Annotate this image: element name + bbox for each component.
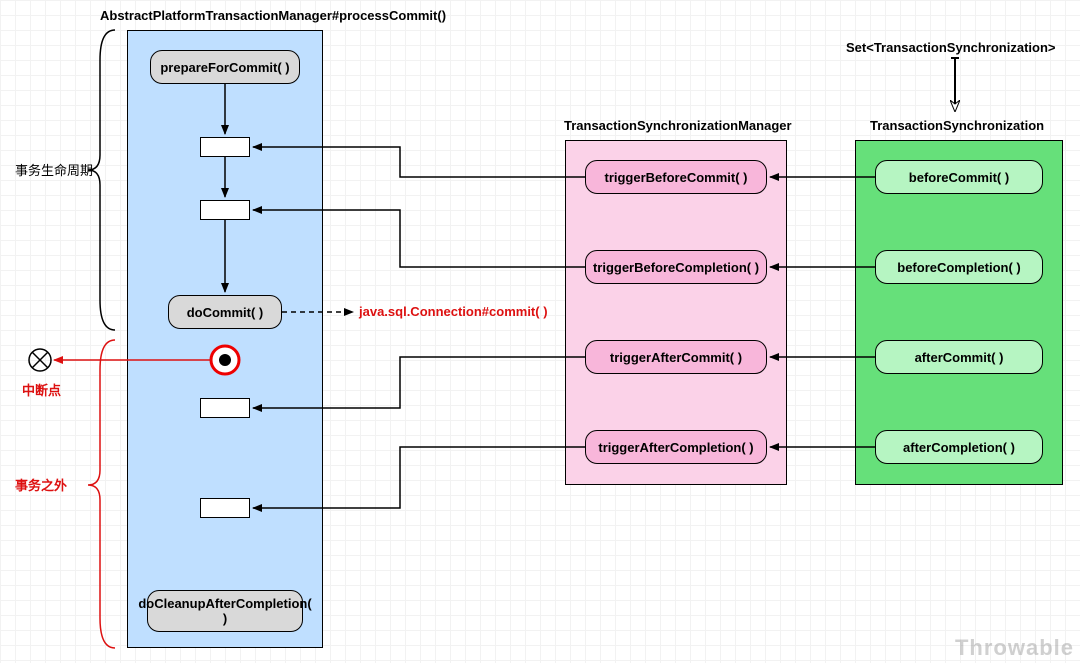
watermark: Throwable xyxy=(955,635,1074,661)
node-do-cleanup: doCleanupAfterCompletion( ) xyxy=(147,590,303,632)
label-outside: 事务之外 xyxy=(15,475,67,494)
step-box-4 xyxy=(200,498,250,518)
node-label: beforeCommit( ) xyxy=(909,170,1009,185)
node-prepare-for-commit: prepareForCommit( ) xyxy=(150,50,300,84)
node-label: triggerAfterCompletion( ) xyxy=(598,440,753,455)
green-item-0: beforeCommit( ) xyxy=(875,160,1043,194)
node-do-commit: doCommit( ) xyxy=(168,295,282,329)
pink-title: TransactionSynchronizationManager xyxy=(564,118,792,133)
green-item-1: beforeCompletion( ) xyxy=(875,250,1043,284)
set-label: Set<TransactionSynchronization> xyxy=(846,40,1056,55)
commit-note: java.sql.Connection#commit( ) xyxy=(359,304,548,319)
green-item-2: afterCommit( ) xyxy=(875,340,1043,374)
pink-item-1: triggerBeforeCompletion( ) xyxy=(585,250,767,284)
label-lifecycle: 事务生命周期 xyxy=(15,160,93,179)
node-label: prepareForCommit( ) xyxy=(160,60,289,75)
node-label: doCleanupAfterCompletion( ) xyxy=(138,596,311,626)
blue-container xyxy=(127,30,323,648)
node-label: afterCompletion( ) xyxy=(903,440,1015,455)
diagram-title: AbstractPlatformTransactionManager#proce… xyxy=(100,8,446,23)
node-label: triggerBeforeCommit( ) xyxy=(604,170,747,185)
step-box-3 xyxy=(200,398,250,418)
label-breakpoint: 中断点 xyxy=(22,380,61,399)
node-label: beforeCompletion( ) xyxy=(897,260,1021,275)
pink-item-0: triggerBeforeCommit( ) xyxy=(585,160,767,194)
node-label: triggerBeforeCompletion( ) xyxy=(593,260,759,275)
pink-item-2: triggerAfterCommit( ) xyxy=(585,340,767,374)
step-box-1 xyxy=(200,137,250,157)
node-label: triggerAfterCommit( ) xyxy=(610,350,742,365)
pink-item-3: triggerAfterCompletion( ) xyxy=(585,430,767,464)
green-title: TransactionSynchronization xyxy=(870,118,1044,133)
node-label: afterCommit( ) xyxy=(915,350,1004,365)
step-box-2 xyxy=(200,200,250,220)
green-item-3: afterCompletion( ) xyxy=(875,430,1043,464)
node-label: doCommit( ) xyxy=(187,305,264,320)
